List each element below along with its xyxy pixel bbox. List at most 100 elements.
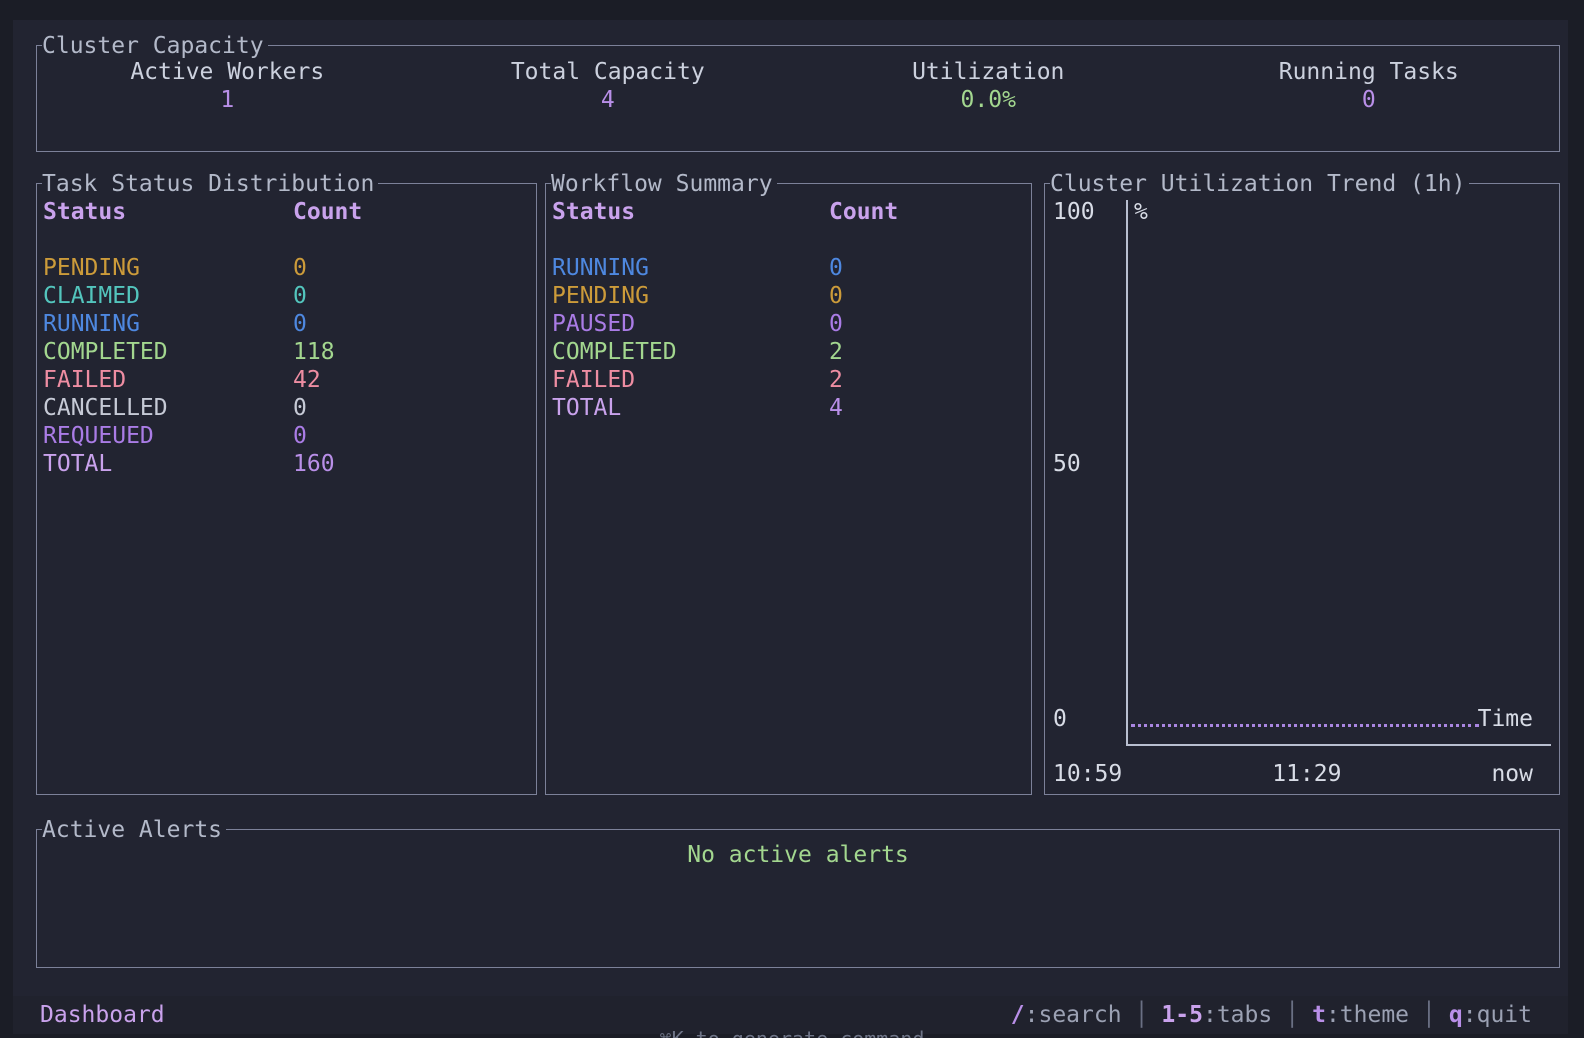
row-label: TOTAL <box>43 451 113 477</box>
metric-label: Running Tasks <box>1278 59 1459 85</box>
row-label: PAUSED <box>552 311 636 337</box>
row-value: 0 <box>293 423 307 449</box>
row-value: 118 <box>293 339 335 365</box>
table-row: CLAIMED 0 <box>43 282 536 310</box>
task-status-panel: Task Status Distribution Status Count PE… <box>36 170 537 795</box>
row-value: 0 <box>829 255 843 281</box>
x-axis-line <box>1126 744 1551 746</box>
row-value: 0 <box>293 283 307 309</box>
table-row: PAUSED 0 <box>552 310 1031 338</box>
metric-label: Active Workers <box>130 59 325 85</box>
metric-active-workers: Active Workers 1 <box>37 58 418 114</box>
row-label: COMPLETED <box>43 339 168 365</box>
row-label: CANCELLED <box>43 395 168 421</box>
col-count: Count <box>293 199 363 225</box>
row-value: 2 <box>829 367 843 393</box>
metric-value: 0.0% <box>960 87 1016 113</box>
hint-key: 1-5 <box>1161 1002 1203 1028</box>
row-value: 0 <box>293 311 307 337</box>
y-tick-0: 0 <box>1053 706 1067 732</box>
separator: │ <box>1134 1002 1149 1028</box>
x-ticks: 10:59 11:29 now <box>1053 760 1533 788</box>
panel-title: Active Alerts <box>42 816 227 844</box>
hint-tabs[interactable]: 1-5:tabs <box>1161 1001 1272 1029</box>
workflow-summary-table: Status Count RUNNING 0 PENDING 0 PAUSED … <box>546 184 1031 422</box>
utilization-trend-panel: Cluster Utilization Trend (1h) 100 % 50 … <box>1044 170 1560 795</box>
row-value: 160 <box>293 451 335 477</box>
table-row: RUNNING 0 <box>43 310 536 338</box>
x-tick-left: 10:59 <box>1053 761 1123 787</box>
panel-title: Workflow Summary <box>551 170 777 198</box>
panel-title: Cluster Utilization Trend (1h) <box>1050 170 1470 198</box>
hint-search[interactable]: /:search <box>1011 1001 1122 1029</box>
table-row: FAILED 2 <box>552 366 1031 394</box>
row-value: 2 <box>829 339 843 365</box>
row-label: RUNNING <box>552 255 649 281</box>
command-palette-hint[interactable]: ⌘K to generate command <box>0 1026 1584 1038</box>
panel-title: Cluster Capacity <box>42 32 268 60</box>
metric-label: Total Capacity <box>510 59 705 85</box>
table-row: PENDING 0 <box>43 254 536 282</box>
no-alerts-message: No active alerts <box>687 842 909 868</box>
terminal-screen: Cluster Capacity Active Workers 1 Total … <box>13 20 1568 1034</box>
metric-value: 4 <box>600 87 615 113</box>
row-label: PENDING <box>43 255 140 281</box>
table-row-total: TOTAL 160 <box>43 450 536 478</box>
table-row: RUNNING 0 <box>552 254 1031 282</box>
hint-key: t <box>1312 1002 1326 1028</box>
row-value: 4 <box>829 395 843 421</box>
table-header: Status Count <box>43 198 536 226</box>
cluster-capacity-panel: Cluster Capacity Active Workers 1 Total … <box>36 32 1560 152</box>
metric-label: Utilization <box>912 59 1065 85</box>
row-value: 0 <box>829 283 843 309</box>
metric-value: 1 <box>220 87 235 113</box>
metric-running-tasks: Running Tasks 0 <box>1179 58 1560 114</box>
x-tick-right: now <box>1491 761 1533 787</box>
hint-label: :tabs <box>1202 1002 1273 1028</box>
col-status: Status <box>552 199 636 225</box>
row-value: 0 <box>829 311 843 337</box>
row-label: COMPLETED <box>552 339 677 365</box>
col-status: Status <box>43 199 127 225</box>
x-axis-label: Time <box>1477 706 1533 732</box>
hint-theme[interactable]: t:theme <box>1312 1001 1409 1029</box>
hint-quit[interactable]: q:quit <box>1449 1001 1532 1029</box>
hint-key: / <box>1010 1002 1025 1028</box>
row-label: TOTAL <box>552 395 622 421</box>
tab-dashboard[interactable]: Dashboard <box>40 1001 165 1029</box>
y-tick-50: 50 <box>1053 451 1081 477</box>
panel-title: Task Status Distribution <box>42 170 379 198</box>
table-row: FAILED 42 <box>43 366 536 394</box>
table-row: COMPLETED 118 <box>43 338 536 366</box>
row-value: 0 <box>293 255 307 281</box>
row-label: PENDING <box>552 283 649 309</box>
row-label: FAILED <box>552 367 636 393</box>
metric-total-capacity: Total Capacity 4 <box>418 58 799 114</box>
y-axis-line <box>1126 200 1128 744</box>
metric-value: 0 <box>1361 87 1376 113</box>
table-row: CANCELLED 0 <box>43 394 536 422</box>
keyboard-hints: /:search │ 1-5:tabs │ t:theme │ q:quit <box>1011 1001 1532 1029</box>
row-value: 0 <box>293 395 307 421</box>
hint-label: :search <box>1024 1002 1122 1028</box>
hint-key: q <box>1448 1002 1463 1028</box>
metric-utilization: Utilization 0.0% <box>798 58 1179 114</box>
table-row-total: TOTAL 4 <box>552 394 1031 422</box>
x-tick-mid: 11:29 <box>1272 761 1342 787</box>
table-header: Status Count <box>552 198 1031 226</box>
table-row: COMPLETED 2 <box>552 338 1031 366</box>
row-value: 42 <box>293 367 321 393</box>
y-tick-100: 100 <box>1053 199 1095 225</box>
separator: │ <box>1422 1002 1436 1028</box>
row-label: REQUEUED <box>43 423 154 449</box>
hint-label: :theme <box>1325 1002 1410 1028</box>
hint-label: :quit <box>1462 1002 1532 1028</box>
table-row: REQUEUED 0 <box>43 422 536 450</box>
col-count: Count <box>829 199 899 225</box>
separator: │ <box>1285 1002 1300 1028</box>
utilization-series-line <box>1131 724 1479 727</box>
row-label: FAILED <box>43 367 127 393</box>
row-label: CLAIMED <box>43 283 140 309</box>
